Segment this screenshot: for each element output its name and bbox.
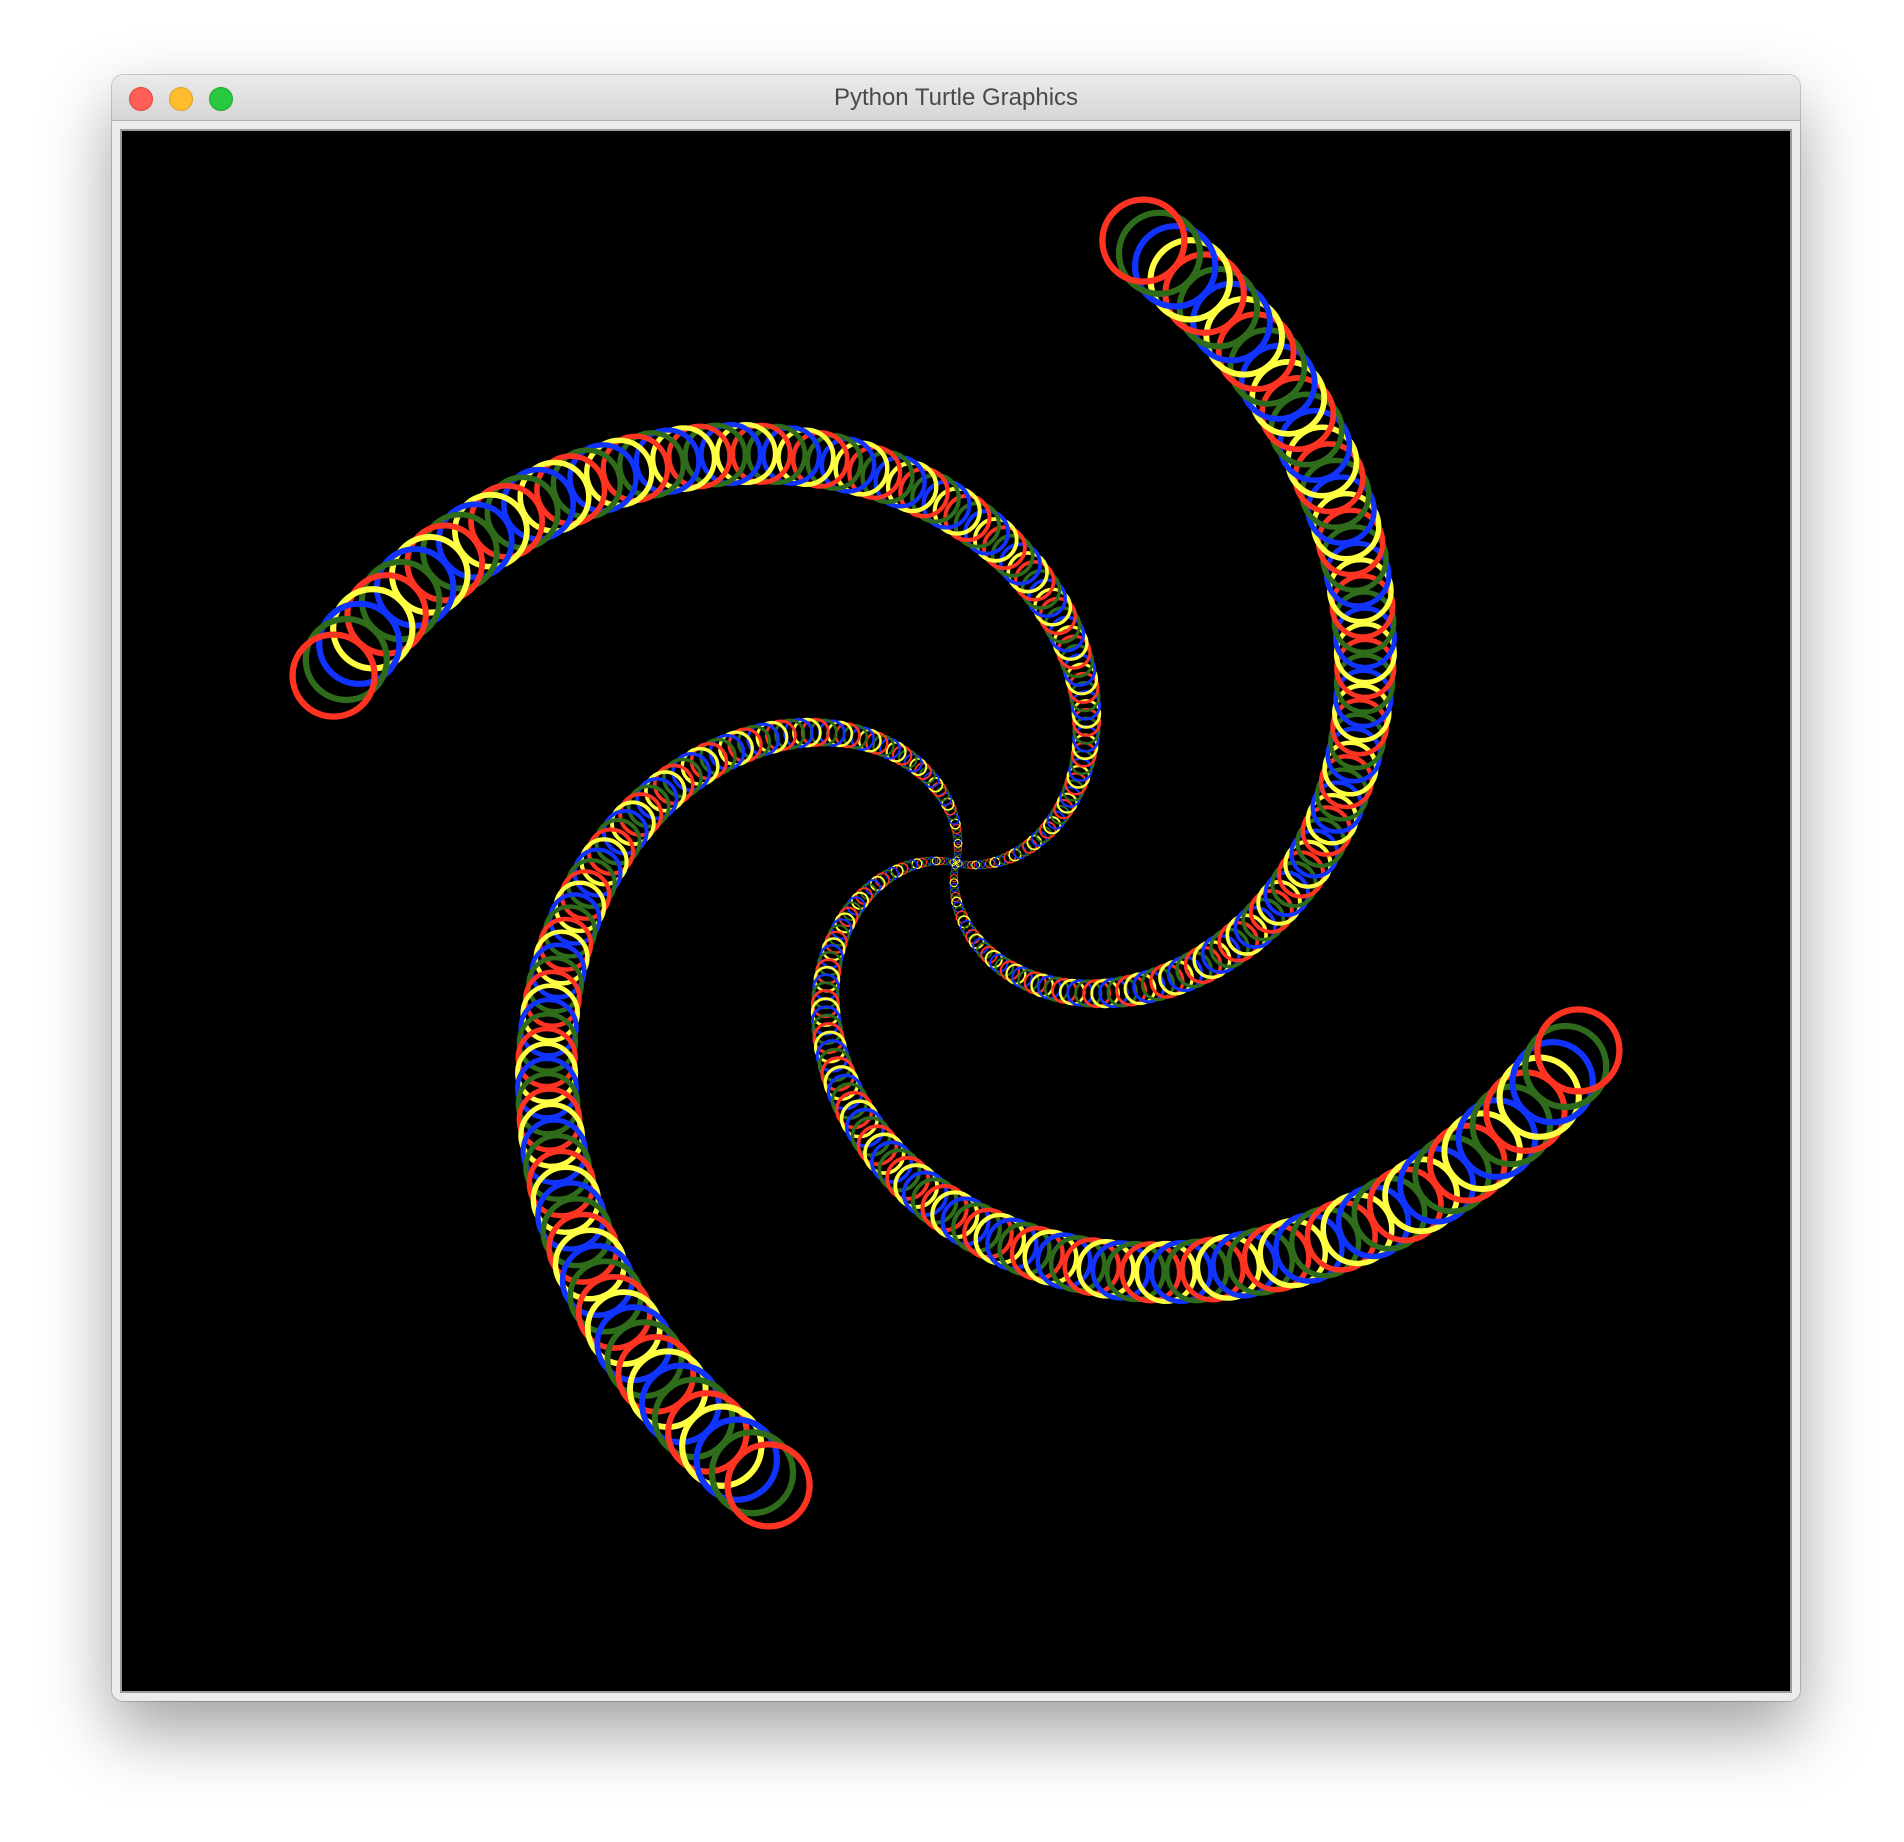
red-ring — [953, 843, 963, 852]
green-ring — [877, 1148, 922, 1193]
green-ring — [1241, 897, 1286, 942]
window-content — [112, 121, 1800, 1701]
red-ring — [981, 525, 1027, 571]
red-ring — [885, 1155, 931, 1201]
red-ring — [967, 860, 976, 870]
green-ring — [860, 883, 877, 901]
blue-ring — [635, 777, 679, 821]
turtle-canvas[interactable] — [122, 131, 1790, 1691]
green-ring — [626, 784, 671, 829]
red-ring — [936, 856, 945, 866]
window-title: Python Turtle Graphics — [833, 84, 1079, 111]
app-window: Python Turtle Graphics — [112, 75, 1800, 1701]
red-ring — [618, 792, 664, 838]
green-ring — [918, 767, 936, 784]
green-ring — [1035, 825, 1052, 843]
green-ring — [990, 533, 1035, 578]
title-bar[interactable]: Python Turtle Graphics — [112, 75, 1800, 121]
red-ring — [949, 874, 959, 883]
blue-ring — [870, 1140, 914, 1184]
blue-ring — [1233, 905, 1277, 949]
green-ring — [976, 942, 994, 959]
red-ring — [1248, 888, 1294, 934]
turtle-canvas-frame — [120, 129, 1792, 1693]
blue-ring — [998, 542, 1042, 586]
